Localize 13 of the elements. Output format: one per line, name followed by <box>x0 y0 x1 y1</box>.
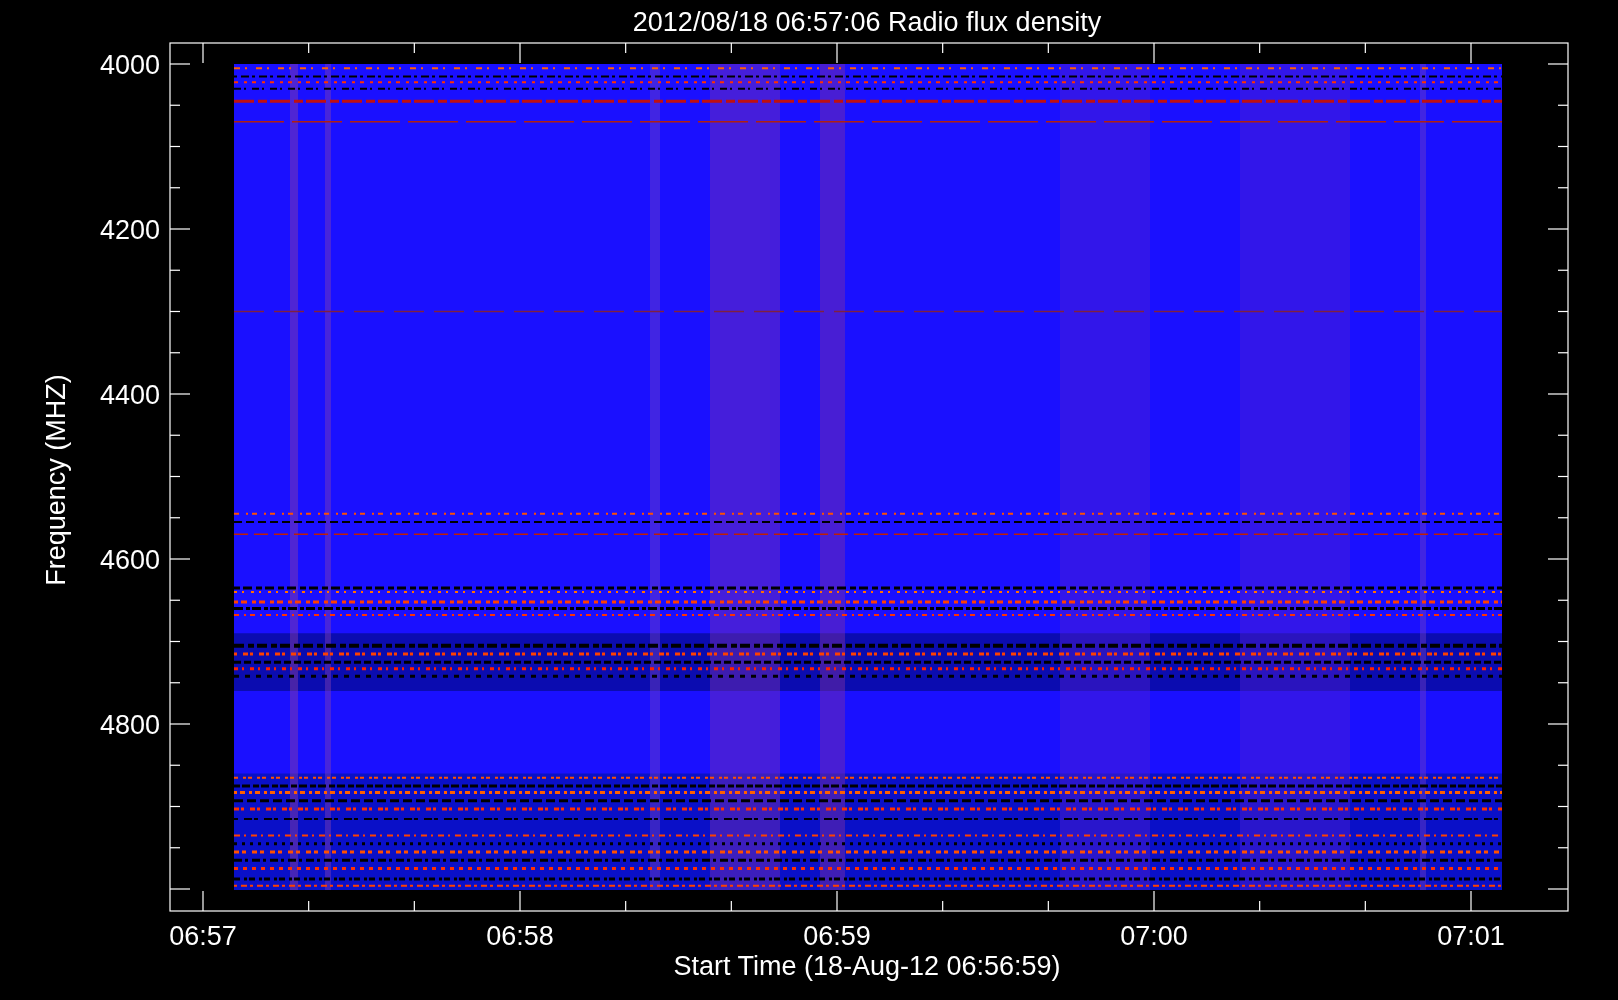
axis-label: Frequency (MHZ) <box>41 374 71 586</box>
tick-label: 06:57 <box>169 921 237 951</box>
plot-title: 2012/08/18 06:57:06 Radio flux density <box>632 7 1102 37</box>
tick-label: 4200 <box>99 215 160 245</box>
tick-label: 4400 <box>99 380 160 410</box>
tick-label: 4800 <box>99 710 160 740</box>
tick-label: 4600 <box>99 545 160 575</box>
tick-label: 07:01 <box>1437 921 1505 951</box>
tick-label: 07:00 <box>1120 921 1188 951</box>
tick-label: 06:58 <box>486 921 554 951</box>
tick-label: 4000 <box>99 50 160 80</box>
tick-label: 06:59 <box>803 921 871 951</box>
axis-label: Start Time (18-Aug-12 06:56:59) <box>673 951 1061 981</box>
